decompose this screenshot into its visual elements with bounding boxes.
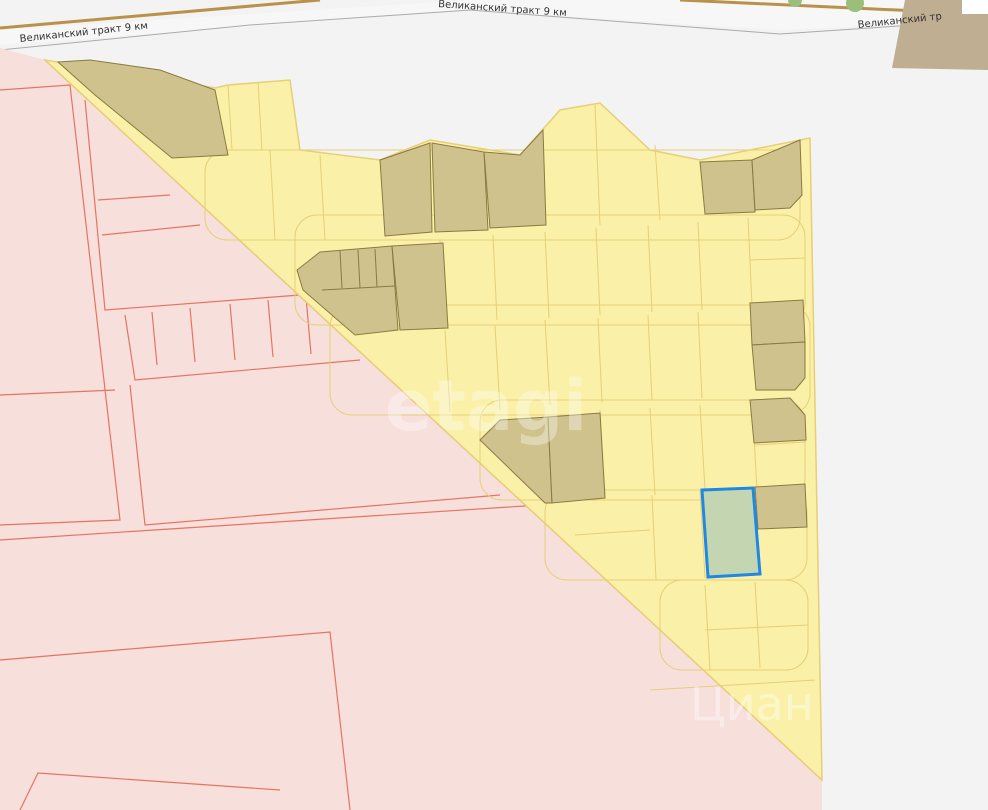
built-parcel	[391, 242, 449, 331]
map-canvas[interactable]: Великанский тракт 9 км Великанский тракт…	[0, 0, 988, 810]
built-parcel	[431, 142, 489, 233]
watermark-etagi: etagi	[385, 365, 587, 447]
built-parcel	[483, 128, 547, 229]
built-parcel	[699, 159, 756, 215]
cadastral-map[interactable]: Великанский тракт 9 км Великанский тракт…	[0, 0, 988, 810]
built-parcel	[751, 341, 806, 391]
built-parcel	[754, 483, 808, 530]
watermark-cian: Циан	[690, 677, 814, 731]
selected-parcel[interactable]	[700, 486, 762, 579]
built-parcel	[379, 142, 433, 237]
built-parcel	[749, 299, 806, 346]
white-box	[962, 0, 988, 14]
